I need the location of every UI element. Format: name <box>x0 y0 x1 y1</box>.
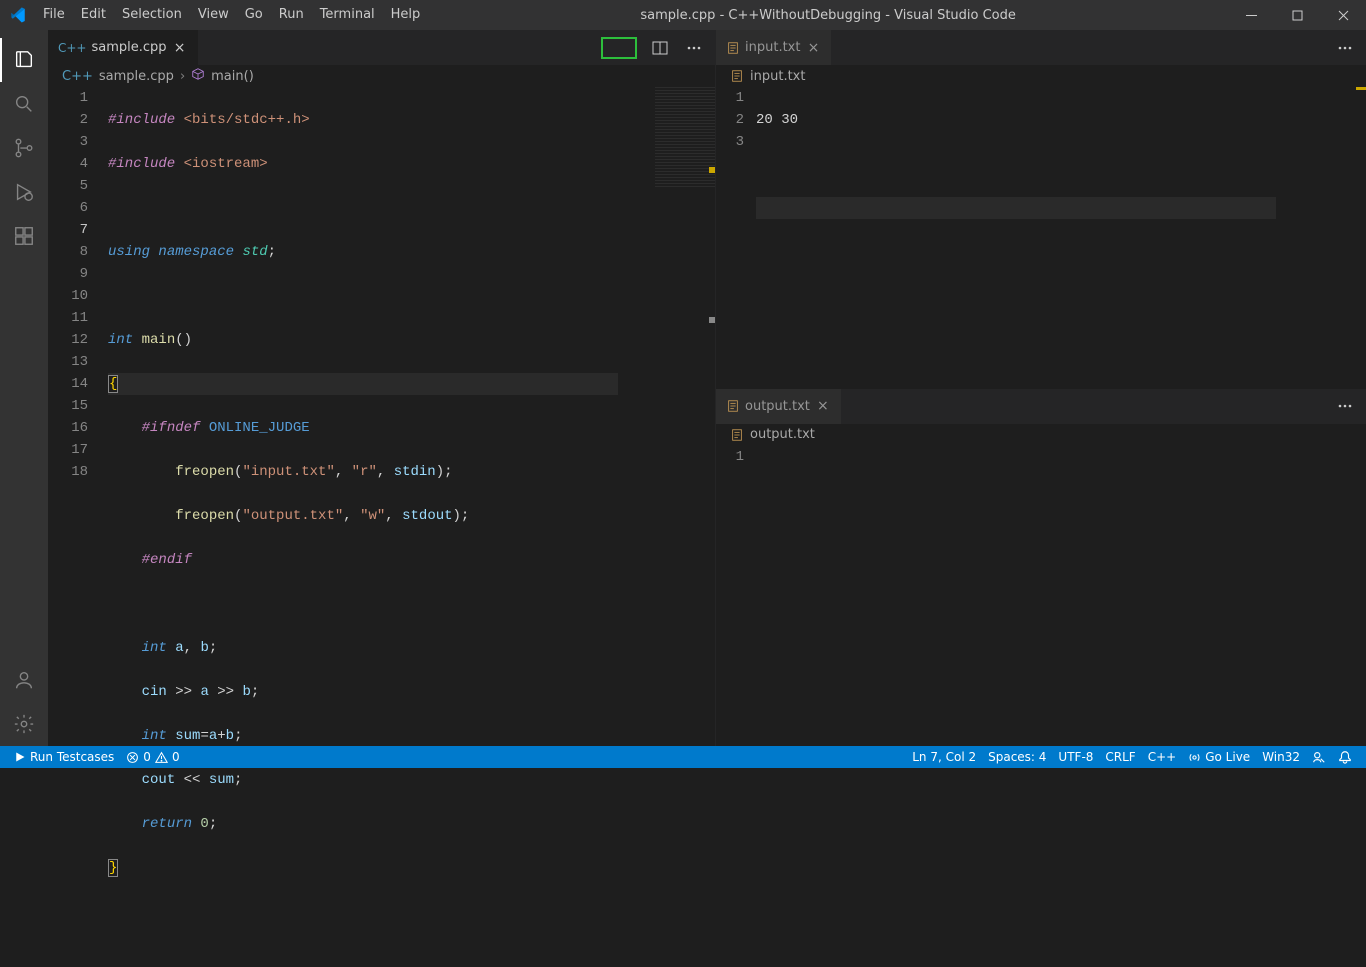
main-area: C++ sample.cpp × C++ <box>0 30 1366 746</box>
code-content[interactable]: #include <bits/stdc++.h> #include <iostr… <box>108 87 715 746</box>
overview-ruler[interactable] <box>1352 87 1366 388</box>
breadcrumb-file: sample.cpp <box>99 69 174 84</box>
chevron-right-icon: › <box>180 69 185 84</box>
breadcrumb-file: output.txt <box>750 427 815 442</box>
txt-file-icon <box>726 41 740 55</box>
minimize-button[interactable] <box>1228 0 1274 30</box>
tab-input-txt[interactable]: input.txt × <box>716 30 832 65</box>
txt-file-icon <box>730 428 744 442</box>
settings-gear-icon[interactable] <box>0 702 48 746</box>
more-actions-icon[interactable] <box>1334 395 1356 417</box>
input-editor[interactable]: 1 2 3 20 30 <box>716 87 1366 388</box>
indentation[interactable]: Spaces: 4 <box>982 746 1052 768</box>
cpp-file-icon: C++ <box>58 41 87 55</box>
language-mode[interactable]: C++ <box>1142 746 1183 768</box>
title-bar: File Edit Selection View Go Run Terminal… <box>0 0 1366 30</box>
output-editor[interactable]: 1 <box>716 446 1366 747</box>
more-actions-icon[interactable] <box>683 37 705 59</box>
txt-file-icon <box>726 399 740 413</box>
menu-go[interactable]: Go <box>237 0 271 30</box>
explorer-icon[interactable] <box>0 38 48 82</box>
run-testcases-button[interactable]: Run Testcases <box>8 746 120 768</box>
code-editor[interactable]: 1 2 3 4 5 6 7 8 9 10 11 12 13 14 15 16 1 <box>48 87 715 746</box>
editor-input-txt: input.txt × input.txt <box>716 30 1366 389</box>
menu-edit[interactable]: Edit <box>73 0 114 30</box>
editor-group-left: C++ sample.cpp × C++ <box>48 30 716 746</box>
tab-output-txt[interactable]: output.txt × <box>716 389 842 424</box>
go-live-button[interactable]: Go Live <box>1182 746 1256 768</box>
tabs-bar-input: input.txt × <box>716 30 1366 65</box>
breadcrumb-input[interactable]: input.txt <box>716 65 1366 87</box>
source-control-icon[interactable] <box>0 126 48 170</box>
run-debug-icon[interactable] <box>0 170 48 214</box>
menu-bar: File Edit Selection View Go Run Terminal… <box>35 0 428 30</box>
cube-icon <box>191 67 205 85</box>
vscode-logo-icon <box>0 6 35 24</box>
tab-label: input.txt <box>745 40 800 55</box>
editor-output-txt: output.txt × output.txt <box>716 389 1366 747</box>
breadcrumb-symbol: main() <box>211 69 254 84</box>
txt-file-icon <box>730 69 744 83</box>
line-number-gutter: 1 <box>716 446 756 747</box>
tab-actions-left <box>601 37 715 59</box>
feedback-icon[interactable] <box>1306 746 1332 768</box>
accounts-icon[interactable] <box>0 658 48 702</box>
editor-area: C++ sample.cpp × C++ <box>48 30 1366 746</box>
platform[interactable]: Win32 <box>1256 746 1306 768</box>
menu-help[interactable]: Help <box>383 0 429 30</box>
tab-sample-cpp[interactable]: C++ sample.cpp × <box>48 30 199 65</box>
maximize-button[interactable] <box>1274 0 1320 30</box>
menu-file[interactable]: File <box>35 0 73 30</box>
close-button[interactable] <box>1320 0 1366 30</box>
menu-terminal[interactable]: Terminal <box>312 0 383 30</box>
close-icon[interactable]: × <box>815 398 831 414</box>
split-editor-icon[interactable] <box>649 37 671 59</box>
menu-run[interactable]: Run <box>271 0 312 30</box>
tabs-bar-output: output.txt × <box>716 389 1366 424</box>
more-actions-icon[interactable] <box>1334 37 1356 59</box>
line-number-gutter: 1 2 3 4 5 6 7 8 9 10 11 12 13 14 15 16 1 <box>48 87 108 746</box>
encoding[interactable]: UTF-8 <box>1052 746 1099 768</box>
close-icon[interactable]: × <box>805 40 821 56</box>
menu-view[interactable]: View <box>190 0 237 30</box>
tab-label: output.txt <box>745 399 810 414</box>
window-title: sample.cpp - C++WithoutDebugging - Visua… <box>428 8 1228 23</box>
breadcrumb-file: input.txt <box>750 69 805 84</box>
cpp-file-icon: C++ <box>62 69 93 84</box>
input-content[interactable]: 20 30 <box>756 87 1366 388</box>
editor-group-right: input.txt × input.txt <box>716 30 1366 746</box>
eol[interactable]: CRLF <box>1099 746 1141 768</box>
menu-selection[interactable]: Selection <box>114 0 190 30</box>
close-icon[interactable]: × <box>172 40 188 56</box>
notifications-icon[interactable] <box>1332 746 1358 768</box>
tabs-bar-left: C++ sample.cpp × <box>48 30 715 65</box>
output-content[interactable] <box>756 446 1366 747</box>
breadcrumb-output[interactable]: output.txt <box>716 424 1366 446</box>
line-number-gutter: 1 2 3 <box>716 87 756 388</box>
run-button[interactable] <box>601 37 637 59</box>
breadcrumb[interactable]: C++ sample.cpp › main() <box>48 65 715 87</box>
tab-label: sample.cpp <box>92 40 167 55</box>
overview-ruler[interactable] <box>701 87 715 746</box>
extensions-icon[interactable] <box>0 214 48 258</box>
window-controls <box>1228 0 1366 30</box>
search-icon[interactable] <box>0 82 48 126</box>
activity-bar <box>0 30 48 746</box>
cursor-position[interactable]: Ln 7, Col 2 <box>906 746 982 768</box>
